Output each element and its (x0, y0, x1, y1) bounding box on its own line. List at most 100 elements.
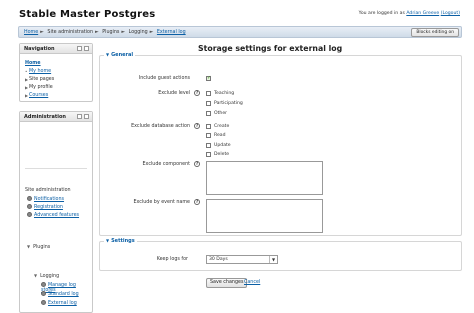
admin-link-label[interactable]: Standard log (48, 292, 79, 297)
breadcrumb-separator-icon: ► (149, 30, 154, 35)
save-changes-button[interactable]: Save changes (206, 278, 248, 288)
breadcrumb: Home ► Site administration ► Plugins ► Logg… (24, 30, 188, 35)
breadcrumb-separator-icon: ► (94, 30, 99, 35)
checkbox-label: Delete (214, 152, 230, 157)
expand-arrow-icon: ▶ (25, 85, 29, 90)
nav-item-site-pages[interactable]: ▶ Site pages (25, 76, 54, 84)
collapse-icon[interactable] (84, 114, 89, 119)
administration-block-header: Administration (20, 112, 92, 122)
breadcrumb-separator-icon: ► (121, 30, 126, 35)
general-legend[interactable]: ▼ General (104, 52, 136, 58)
checkbox-label: Other (214, 111, 228, 116)
tree-bullet-icon: • (25, 69, 28, 74)
nav-item-label[interactable]: Site pages (29, 77, 54, 82)
admin-link-label[interactable]: Advanced features (34, 213, 79, 218)
collapse-icon[interactable] (84, 46, 89, 51)
tree-item-label[interactable]: Logging (40, 274, 59, 279)
tree-item-plugins[interactable]: ▼ Plugins (27, 244, 50, 250)
breadcrumb-home[interactable]: Home (24, 30, 38, 35)
exclude-level-other-checkbox[interactable] (206, 111, 211, 116)
administration-block: Administration Site administration Notif… (19, 111, 93, 313)
breadcrumb-site-admin[interactable]: Site administration (47, 30, 93, 35)
expand-arrow-icon: ▶ (25, 77, 29, 82)
exclude-event-name-textarea[interactable] (206, 199, 323, 233)
navbar: Home ► Site administration ► Plugins ► Logg… (18, 26, 462, 38)
settings-fieldset: ▼ Settings (99, 238, 462, 271)
gear-icon (41, 282, 46, 287)
help-icon[interactable]: ? (194, 90, 200, 96)
nav-item-label[interactable]: My profile (29, 85, 53, 90)
navigation-block: Navigation Home • My home ▶ Site pages ▶ My… (19, 43, 93, 102)
admin-link-label[interactable]: Notifications (34, 197, 64, 202)
checkbox-label: Update (214, 143, 231, 148)
admin-link-label[interactable]: External log (48, 301, 77, 306)
admin-link-standard-log[interactable]: Standard log (41, 291, 79, 297)
breadcrumb-separator-icon: ► (40, 30, 44, 35)
collapse-arrow-icon: ▼ (106, 52, 110, 57)
gear-icon (27, 204, 32, 209)
admin-link-advanced-features[interactable]: Advanced features (27, 212, 79, 218)
checkbox-label: Read (214, 133, 226, 138)
exclude-db-delete-checkbox[interactable] (206, 152, 211, 157)
page-title: Storage settings for external log (198, 44, 343, 53)
admin-link-label[interactable]: Registration (34, 205, 63, 210)
checkbox-label: Create (214, 124, 230, 129)
help-icon[interactable]: ? (194, 199, 200, 205)
keep-logs-select[interactable]: 30 Days ▼ (206, 255, 278, 264)
admin-link-registration[interactable]: Registration (27, 204, 63, 210)
exclude-db-action-label: Exclude database action (131, 124, 190, 129)
gear-icon (27, 196, 32, 201)
exclude-level-label: Exclude level (158, 91, 190, 96)
gear-icon (27, 212, 32, 217)
general-legend-label[interactable]: General (111, 52, 133, 58)
nav-item-label[interactable]: Courses (29, 93, 48, 98)
exclude-level-teaching-checkbox[interactable] (206, 91, 211, 96)
include-guest-label: Include guest actions (138, 76, 190, 81)
collapse-arrow-icon: ▼ (106, 238, 110, 243)
breadcrumb-plugins[interactable]: Plugins (102, 30, 119, 35)
nav-item-label[interactable]: My home (29, 69, 51, 74)
exclude-db-update-checkbox[interactable] (206, 143, 211, 148)
tree-item-logging[interactable]: ▼ Logging (34, 273, 59, 279)
dock-icon[interactable] (77, 114, 82, 119)
settings-legend[interactable]: ▼ Settings (104, 238, 137, 244)
user-link[interactable]: Adrian Greeve (406, 11, 439, 16)
blocks-editing-button[interactable]: Blocks editing on (411, 28, 459, 37)
keep-logs-value: 30 Days (209, 257, 228, 262)
exclude-db-read-checkbox[interactable] (206, 133, 211, 138)
divider (25, 168, 87, 169)
gear-icon (41, 300, 46, 305)
navigation-list: Home • My home ▶ Site pages ▶ My profile ▶ C… (25, 60, 54, 100)
dock-icon[interactable] (77, 46, 82, 51)
login-prefix: You are logged in as (358, 11, 405, 16)
nav-home[interactable]: Home (25, 60, 54, 68)
nav-item-my-home[interactable]: • My home (25, 68, 54, 76)
admin-link-external-log[interactable]: External log (41, 300, 77, 306)
admin-link-notifications[interactable]: Notifications (27, 196, 64, 202)
help-icon[interactable]: ? (194, 161, 200, 167)
nav-item-courses[interactable]: ▶ Courses (25, 92, 54, 100)
include-guest-checkbox[interactable] (206, 75, 211, 81)
exclude-component-label: Exclude component (142, 162, 190, 167)
navigation-block-title: Navigation (24, 46, 55, 52)
site-admin-label[interactable]: Site administration (25, 188, 71, 193)
checkbox-label: Teaching (214, 91, 235, 96)
breadcrumb-external-log[interactable]: External log (157, 30, 186, 35)
logout-link[interactable]: (Logout) (441, 11, 460, 16)
nav-item-my-profile[interactable]: ▶ My profile (25, 84, 54, 92)
expand-arrow-icon: ▶ (25, 93, 29, 98)
checkbox-label: Participating (214, 101, 243, 106)
keep-logs-label: Keep logs for (156, 257, 188, 262)
exclude-level-participating-checkbox[interactable] (206, 101, 211, 106)
gear-icon (41, 291, 46, 296)
exclude-event-name-label: Exclude by event name (133, 200, 190, 205)
chevron-down-icon: ▼ (269, 256, 277, 263)
settings-legend-label[interactable]: Settings (111, 238, 135, 244)
exclude-component-textarea[interactable] (206, 161, 323, 195)
cancel-link[interactable]: Cancel (244, 280, 260, 285)
exclude-db-create-checkbox[interactable] (206, 124, 211, 129)
site-title: Stable Master Postgres (19, 9, 156, 20)
breadcrumb-logging[interactable]: Logging (129, 30, 148, 35)
help-icon[interactable]: ? (194, 123, 200, 129)
tree-item-label[interactable]: Plugins (33, 245, 50, 250)
